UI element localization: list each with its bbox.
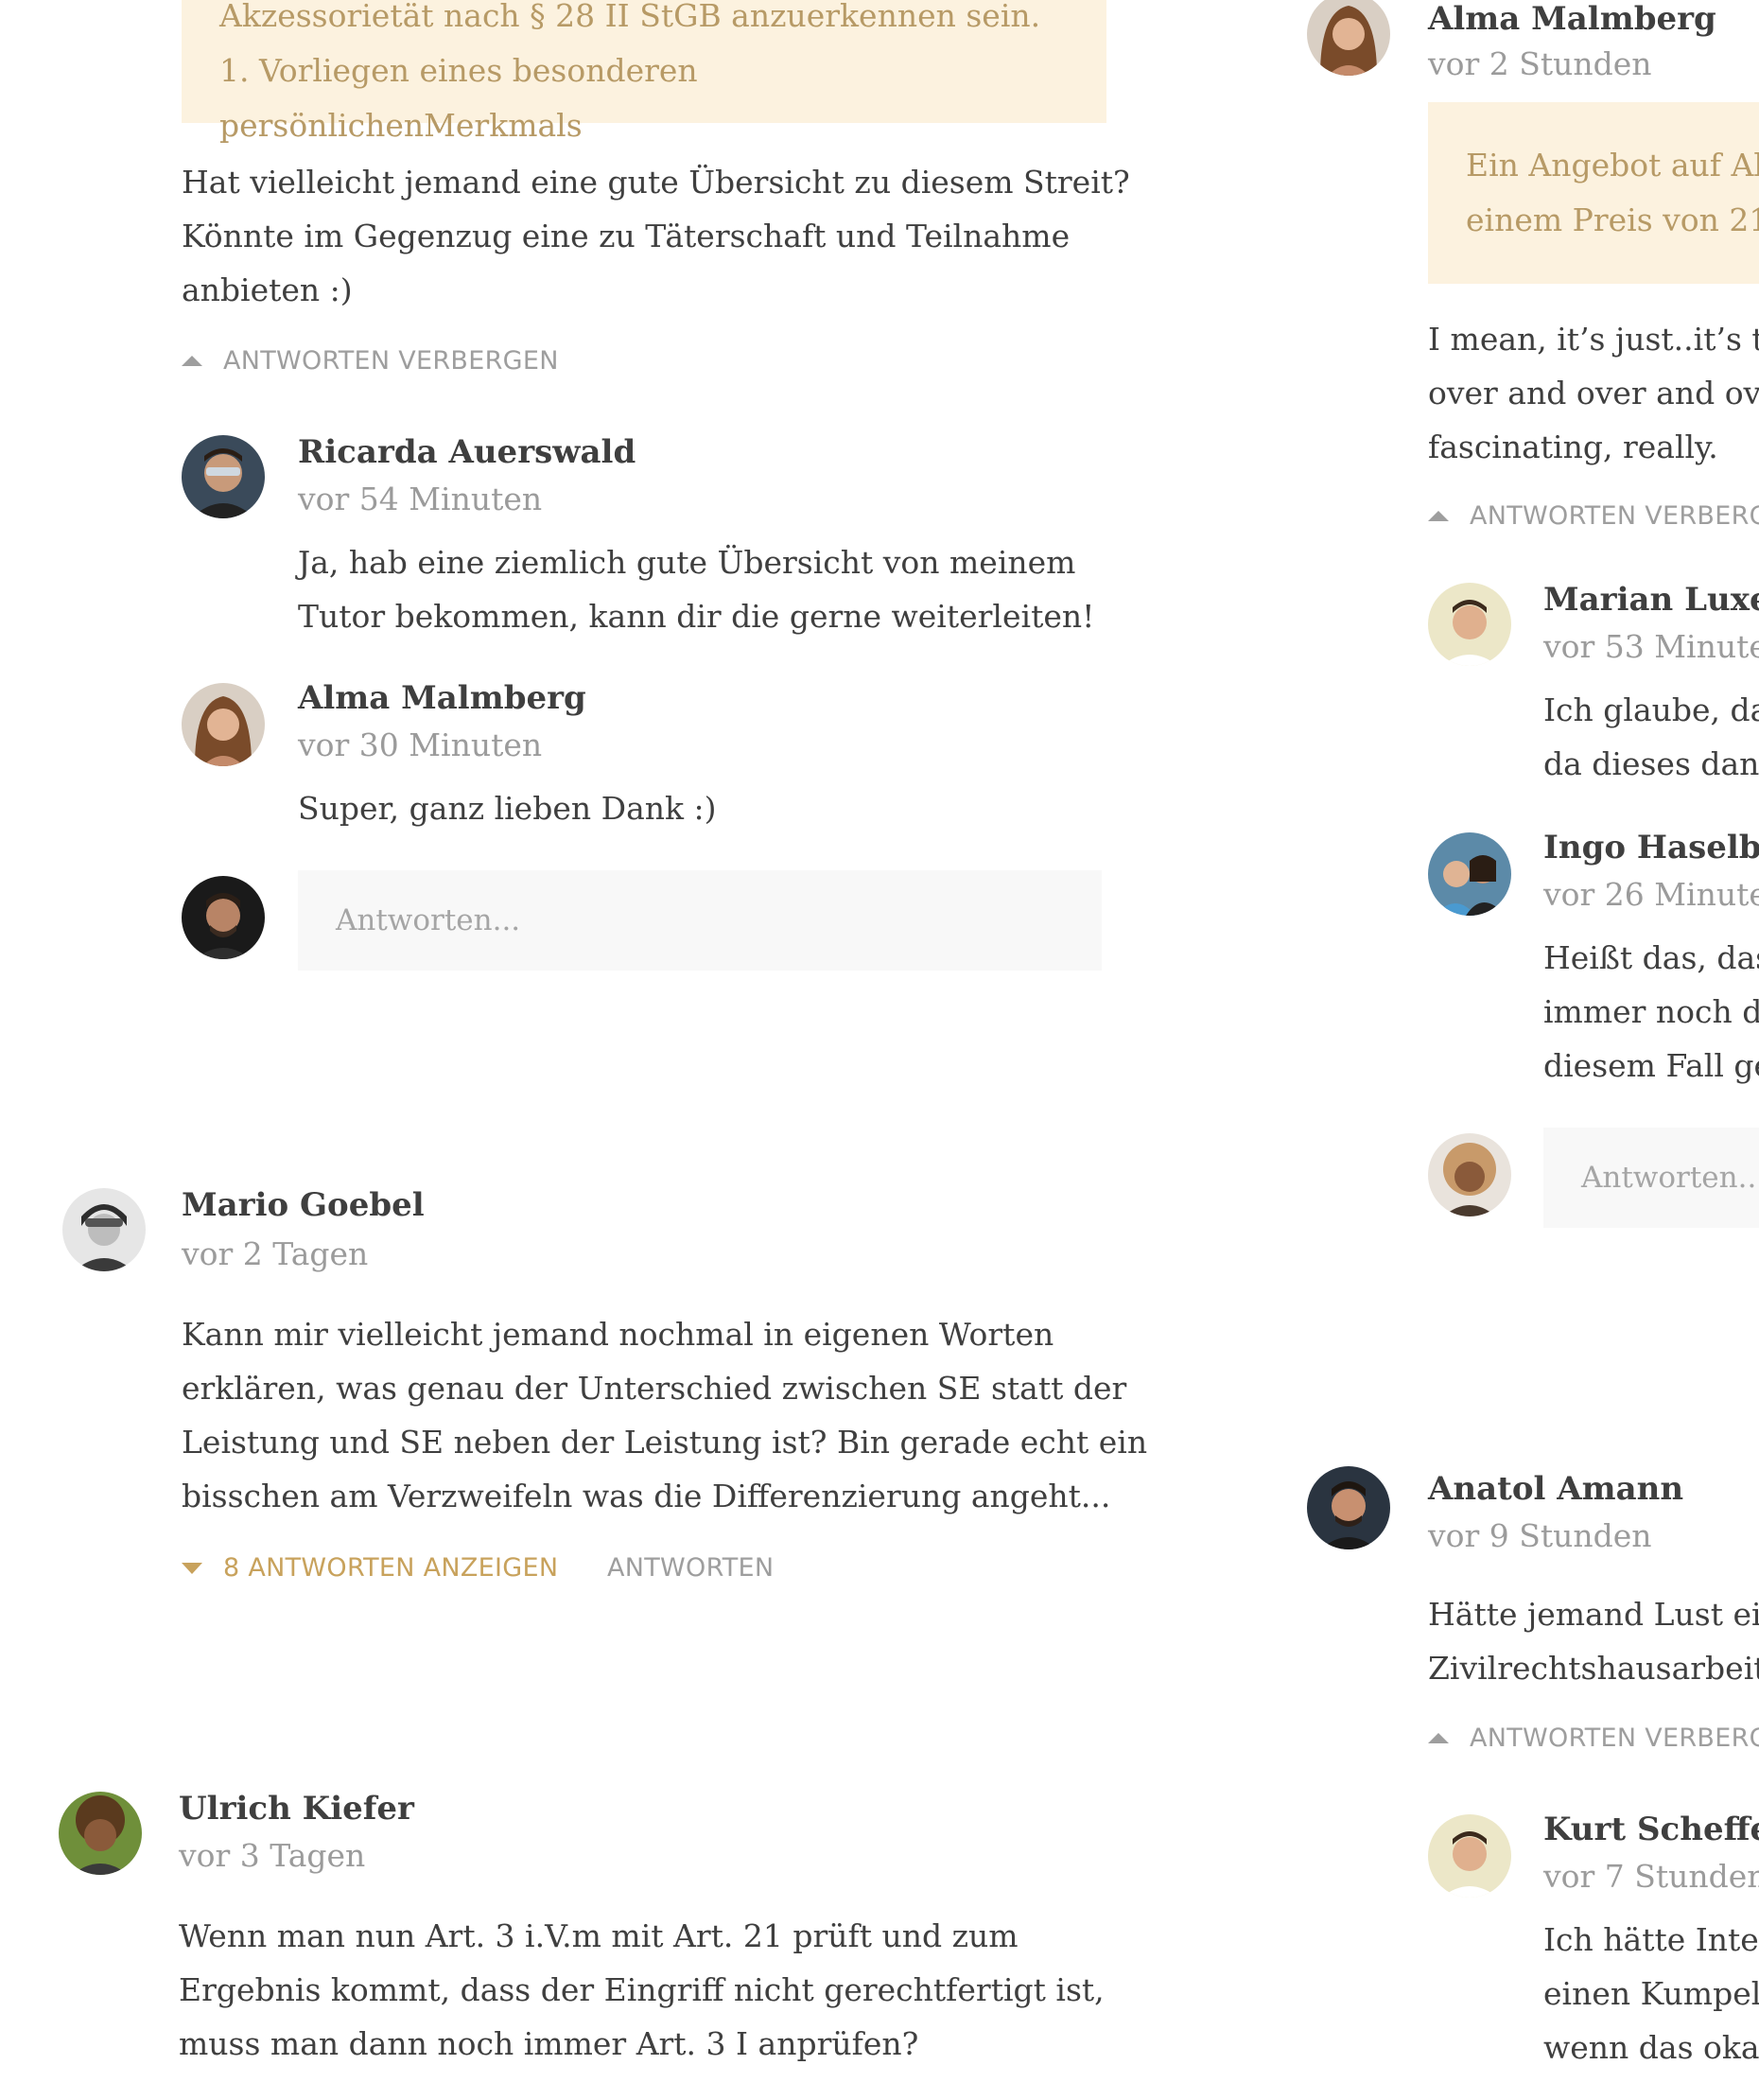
author-name[interactable]: Alma Malmberg (298, 679, 586, 717)
avatar[interactable] (62, 1188, 146, 1271)
timestamp: vor 7 Stunden (1543, 1858, 1759, 1895)
author-name[interactable]: Mario Goebel (182, 1186, 425, 1224)
avatar[interactable] (182, 435, 265, 518)
avatar[interactable] (1428, 583, 1511, 666)
hide-replies-toggle[interactable]: ANTWORTEN VERBERGEN (182, 346, 559, 376)
author-name[interactable]: Alma Malmberg (1428, 0, 1716, 38)
quote-line: 1. Vorliegen eines besonderen persönlich… (219, 52, 698, 144)
timestamp: vor 54 Minuten (298, 481, 543, 517)
current-user-avatar (1428, 1133, 1511, 1216)
timestamp: vor 3 Tagen (179, 1837, 366, 1874)
avatar-image (1428, 1814, 1511, 1898)
show-replies-toggle[interactable]: 8 ANTWORTEN ANZEIGEN (182, 1553, 558, 1583)
comment-body: Hätte jemand Lust ein Zivilrechtshausarb… (1428, 1596, 1759, 1687)
hide-replies-toggle[interactable]: ANTWORTEN VERBERG (1428, 501, 1759, 531)
timestamp: vor 26 Minuten (1543, 876, 1759, 913)
timestamp: vor 53 Minuten (1543, 628, 1759, 665)
avatar[interactable] (1428, 832, 1511, 916)
caret-up-icon (182, 356, 202, 366)
author-name[interactable]: Ingo Haselberg (1543, 829, 1759, 866)
comment-body: I mean, it’s just..it’s th over and over… (1428, 321, 1759, 465)
avatar-image (1428, 832, 1511, 916)
timestamp: vor 2 Tagen (182, 1235, 369, 1272)
caret-down-icon (182, 1562, 202, 1574)
avatar-image (1428, 583, 1511, 666)
author-name[interactable]: Ulrich Kiefer (179, 1790, 414, 1828)
caret-up-icon (1428, 511, 1449, 521)
avatar-image (62, 1188, 146, 1271)
comment-body: Hat vielleicht jemand eine gute Übersich… (182, 164, 1130, 308)
author-name[interactable]: Ricarda Auerswald (298, 433, 636, 471)
quote-block: Ein Angebot auf Abs einem Preis von 210 (1428, 102, 1759, 284)
avatar[interactable] (1428, 1814, 1511, 1898)
reply-body: Ja, hab eine ziemlich gute Übersicht von… (298, 544, 1095, 635)
right-column: Alma Malmberg vor 2 Stunden Ein Angebot … (1229, 0, 1759, 2100)
timestamp: vor 9 Stunden (1428, 1517, 1652, 1554)
current-user-avatar (182, 876, 265, 959)
caret-up-icon (1428, 1733, 1449, 1743)
quote-line: Akzessorietät nach § 28 II StGB anzuerke… (219, 0, 1041, 34)
avatar-image (182, 435, 265, 518)
author-name[interactable]: Marian Luxenb (1543, 581, 1759, 619)
reply-input[interactable]: Antworten... (298, 870, 1102, 971)
reply-input[interactable]: Antworten... (1543, 1128, 1759, 1228)
avatar-image (1307, 1466, 1390, 1549)
avatar-image (182, 683, 265, 766)
reply-body: Ich hätte Inter einen Kumpel wenn das ok… (1543, 1921, 1759, 2066)
timestamp: vor 30 Minuten (298, 726, 543, 763)
author-name[interactable]: Anatol Amann (1428, 1470, 1683, 1508)
quote-block: Akzessorietät nach § 28 II StGB anzuerke… (182, 0, 1106, 144)
reply-button[interactable]: ANTWORTEN (607, 1553, 774, 1583)
comment-body: Kann mir vielleicht jemand nochmal in ei… (182, 1316, 1148, 1514)
avatar-image (182, 876, 265, 959)
reply-body: Ich glaube, das da dieses dann (1543, 691, 1759, 782)
comment-body: Wenn man nun Art. 3 i.V.m mit Art. 21 pr… (179, 1917, 1105, 2062)
reply-body: Heißt das, das immer noch d diesem Fall … (1543, 939, 1759, 1084)
avatar[interactable] (182, 683, 265, 766)
author-name[interactable]: Kurt Scheffel (1543, 1811, 1759, 1848)
timestamp: vor 2 Stunden (1428, 45, 1652, 82)
avatar-image (1428, 1133, 1511, 1216)
avatar[interactable] (59, 1792, 142, 1875)
hide-replies-toggle[interactable]: ANTWORTEN VERBERG (1428, 1724, 1759, 1753)
avatar-image (59, 1792, 142, 1875)
reply-body: Super, ganz lieben Dank :) (298, 790, 717, 827)
avatar[interactable] (1307, 1466, 1390, 1549)
